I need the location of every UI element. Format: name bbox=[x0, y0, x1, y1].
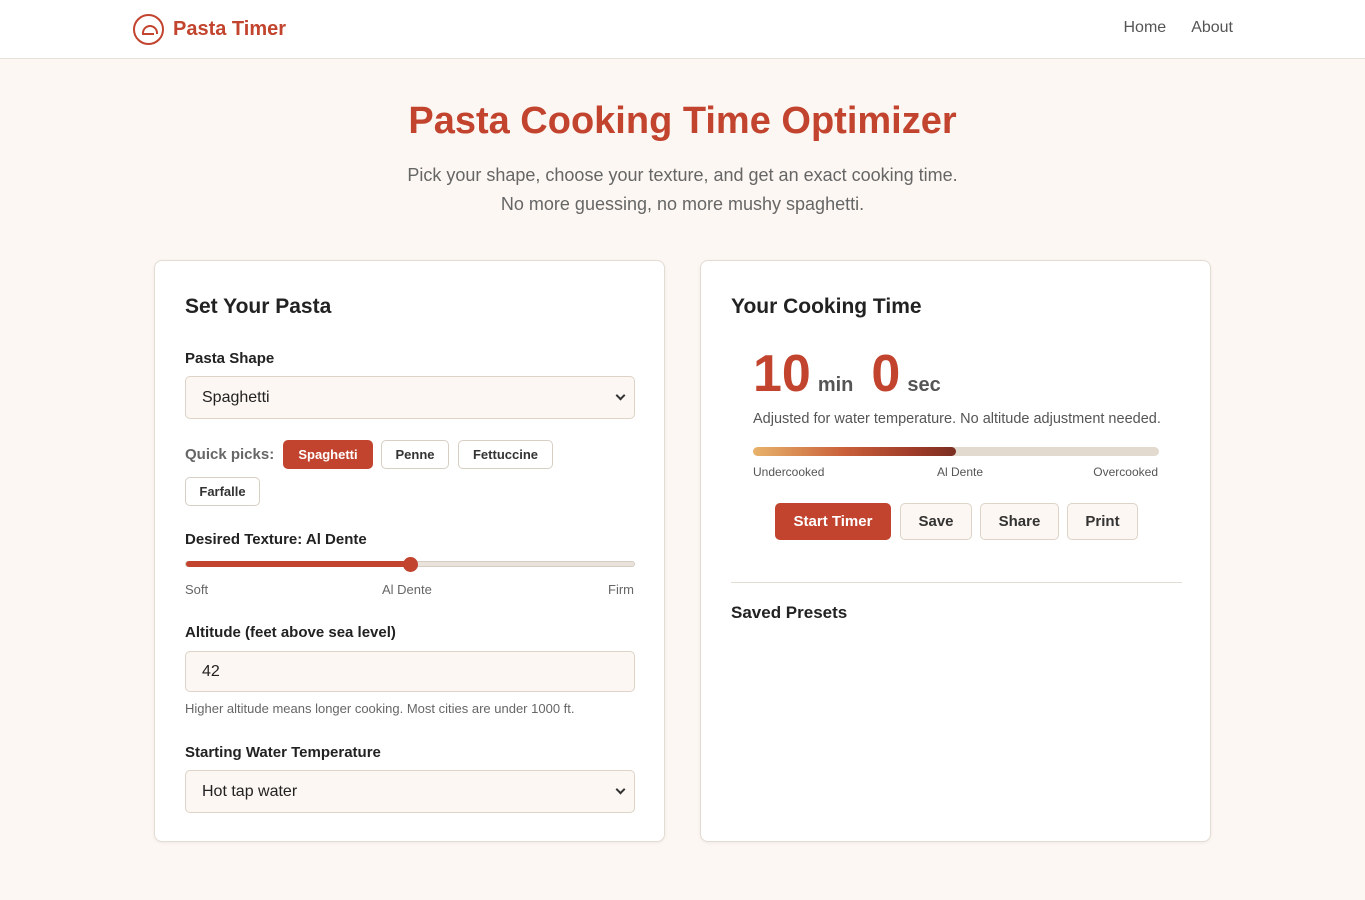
texture-tick-al-dente: Al Dente bbox=[382, 582, 432, 597]
texture-slider-fill bbox=[186, 561, 410, 567]
pasta-shape-label: Pasta Shape bbox=[185, 350, 275, 367]
setup-card-title: Set Your Pasta bbox=[185, 295, 332, 318]
nav-about-link[interactable]: About bbox=[1191, 19, 1233, 37]
quick-picks-label: Quick picks: bbox=[185, 446, 275, 463]
seconds-value: 0 bbox=[871, 345, 901, 403]
result-card-title: Your Cooking Time bbox=[731, 295, 922, 318]
altitude-input[interactable]: 42 bbox=[185, 651, 635, 692]
save-button[interactable]: Save bbox=[900, 503, 972, 540]
nav-home-link[interactable]: Home bbox=[1124, 19, 1167, 37]
chevron-down-icon bbox=[615, 784, 626, 795]
brand-name: Pasta Timer bbox=[173, 17, 287, 40]
main-nav: Home About bbox=[1124, 19, 1234, 37]
pasta-shape-value: Spaghetti bbox=[202, 389, 270, 406]
pasta-shape-select[interactable]: Spaghetti bbox=[185, 376, 635, 419]
water-temp-label: Starting Water Temperature bbox=[185, 744, 381, 761]
texture-label: Desired Texture: Al Dente bbox=[185, 531, 367, 548]
page-title: Pasta Cooking Time Optimizer bbox=[408, 100, 957, 142]
print-button[interactable]: Print bbox=[1067, 503, 1138, 540]
cooking-time-display: 10 min 0 sec bbox=[753, 344, 959, 404]
texture-slider[interactable] bbox=[185, 557, 635, 572]
subtitle-line-2: No more guessing, no more mushy spaghett… bbox=[500, 194, 865, 214]
brand-link[interactable]: Pasta Timer bbox=[133, 13, 286, 45]
cooking-time-card: Your Cooking Time 10 min 0 sec Adjusted … bbox=[700, 260, 1211, 842]
water-temp-select[interactable]: Hot tap water bbox=[185, 770, 635, 813]
texture-slider-thumb[interactable] bbox=[403, 557, 418, 572]
doneness-label-overcooked: Overcooked bbox=[1093, 465, 1158, 479]
subtitle-line-1: Pick your shape, choose your texture, an… bbox=[407, 165, 958, 185]
quick-pick-fettuccine[interactable]: Fettuccine bbox=[458, 440, 553, 469]
adjustment-note: Adjusted for water temperature. No altit… bbox=[753, 411, 1161, 427]
doneness-meter-fill bbox=[753, 447, 956, 456]
quick-pick-farfalle[interactable]: Farfalle bbox=[185, 477, 260, 506]
altitude-label: Altitude (feet above sea level) bbox=[185, 624, 396, 641]
page-subtitle: Pick your shape, choose your texture, an… bbox=[0, 161, 1365, 219]
minutes-value: 10 bbox=[753, 345, 811, 403]
texture-tick-firm: Firm bbox=[608, 582, 634, 597]
quick-pick-spaghetti[interactable]: Spaghetti bbox=[283, 440, 373, 469]
pot-icon bbox=[133, 13, 164, 45]
chevron-down-icon bbox=[615, 390, 626, 401]
minutes-unit: min bbox=[817, 374, 854, 396]
saved-presets-title: Saved Presets bbox=[731, 603, 848, 622]
pasta-setup-card: Set Your Pasta Pasta Shape Spaghetti Qui… bbox=[154, 260, 665, 842]
texture-tick-soft: Soft bbox=[185, 582, 209, 597]
section-divider bbox=[731, 582, 1182, 583]
doneness-meter bbox=[753, 447, 1159, 456]
top-navbar: Pasta Timer Home About bbox=[0, 0, 1365, 59]
doneness-label-undercooked: Undercooked bbox=[753, 465, 825, 479]
water-temp-value: Hot tap water bbox=[202, 783, 298, 800]
seconds-unit: sec bbox=[907, 374, 941, 396]
altitude-hint: Higher altitude means longer cooking. Mo… bbox=[185, 701, 575, 716]
start-timer-button[interactable]: Start Timer bbox=[775, 503, 891, 540]
doneness-label-al-dente: Al Dente bbox=[937, 465, 984, 479]
quick-pick-penne[interactable]: Penne bbox=[381, 440, 449, 469]
share-button[interactable]: Share bbox=[980, 503, 1059, 540]
